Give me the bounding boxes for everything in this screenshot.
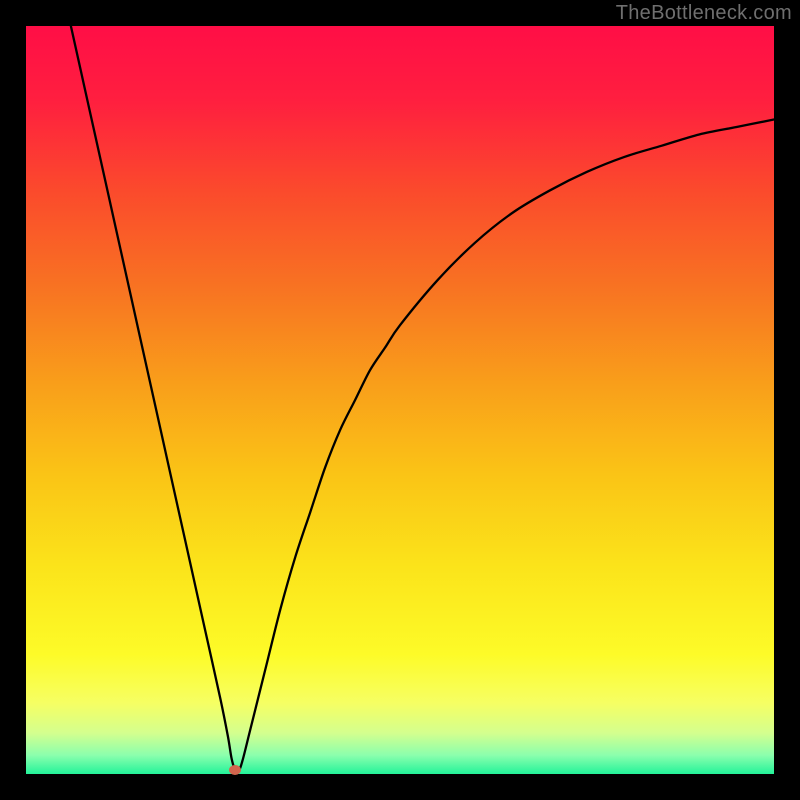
curve-layer	[26, 26, 774, 774]
watermark-text: TheBottleneck.com	[616, 2, 792, 25]
optimum-marker	[229, 765, 241, 775]
plot-area	[26, 26, 774, 774]
bottleneck-curve	[71, 26, 774, 772]
chart-frame: TheBottleneck.com	[0, 0, 800, 800]
